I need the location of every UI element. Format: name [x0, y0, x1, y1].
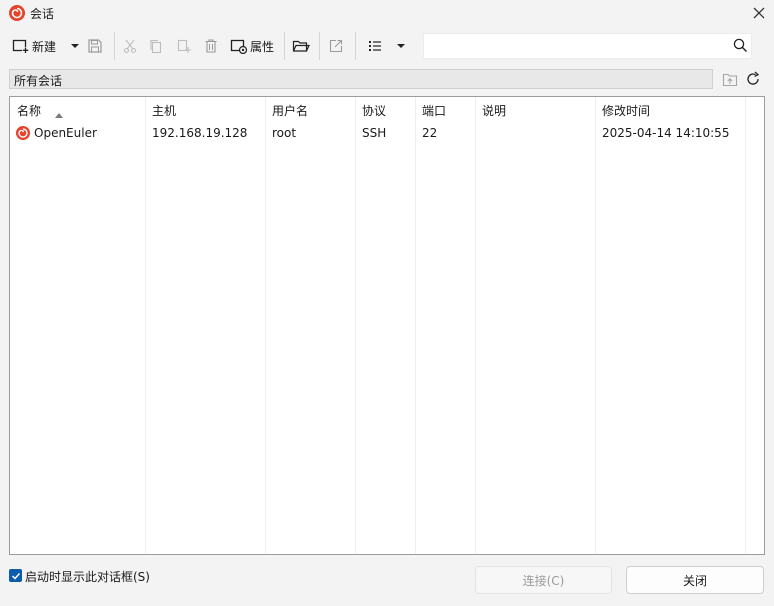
new-session-label: 新建 — [32, 39, 57, 54]
toolbar-separator — [284, 32, 285, 60]
new-session-icon — [12, 39, 29, 54]
column-divider — [595, 97, 596, 554]
toolbar-separator — [355, 32, 356, 60]
save-button[interactable] — [87, 34, 103, 58]
up-folder-button[interactable] — [722, 72, 738, 90]
window-title: 会话 — [30, 7, 55, 21]
cut-button[interactable] — [122, 34, 138, 58]
close-window-button[interactable] — [744, 0, 774, 26]
open-folder-button[interactable] — [292, 34, 310, 58]
cut-icon — [123, 39, 137, 54]
export-icon — [329, 39, 343, 53]
sort-ascending-icon — [54, 107, 64, 121]
close-button[interactable]: 关闭 — [626, 566, 764, 594]
new-session-dropdown[interactable] — [70, 34, 80, 58]
title-bar — [0, 0, 774, 26]
properties-icon — [230, 39, 247, 54]
export-button[interactable] — [328, 34, 344, 58]
refresh-icon — [747, 71, 760, 85]
search-icon[interactable] — [733, 38, 748, 56]
column-header-port[interactable]: 端口 — [422, 102, 446, 119]
session-port-cell: 22 — [422, 126, 438, 140]
column-header-name[interactable]: 名称 — [17, 102, 41, 119]
search-input[interactable] — [423, 33, 752, 59]
snail-logo-icon — [8, 4, 26, 22]
toolbar-separator — [114, 32, 115, 60]
paste-icon — [177, 39, 191, 53]
session-host-cell: 192.168.19.128 — [152, 126, 248, 140]
new-session-button[interactable]: 新建 — [12, 34, 56, 58]
save-icon — [88, 39, 102, 53]
copy-button[interactable] — [148, 34, 164, 58]
paste-button[interactable] — [176, 34, 192, 58]
dropdown-arrow-icon — [397, 44, 405, 48]
dropdown-arrow-icon — [71, 44, 79, 48]
column-divider — [265, 97, 266, 554]
session-icon — [15, 125, 31, 144]
column-header-username[interactable]: 用户名 — [272, 102, 308, 119]
column-header-description[interactable]: 说明 — [482, 102, 506, 119]
column-divider — [355, 97, 356, 554]
refresh-button[interactable] — [745, 71, 761, 90]
toolbar-separator — [319, 32, 320, 60]
folder-up-icon — [722, 73, 738, 87]
delete-button[interactable] — [203, 34, 219, 58]
connect-button[interactable]: 连接(C) — [475, 566, 612, 594]
session-username-cell: root — [272, 126, 297, 140]
column-divider — [475, 97, 476, 554]
view-mode-dropdown[interactable] — [396, 34, 406, 58]
checkmark-icon — [11, 572, 20, 580]
show-on-startup-label[interactable]: 启动时显示此对话框(S) — [25, 568, 150, 585]
column-divider — [415, 97, 416, 554]
copy-icon — [150, 39, 162, 54]
show-on-startup-checkbox[interactable] — [9, 569, 22, 582]
properties-button[interactable]: 属性 — [230, 34, 274, 58]
column-header-modified-time[interactable]: 修改时间 — [602, 102, 650, 119]
view-mode-button[interactable] — [367, 34, 383, 58]
column-divider — [145, 97, 146, 554]
close-icon — [753, 7, 765, 19]
column-divider — [745, 97, 746, 554]
session-folder-path-bar[interactable] — [9, 69, 713, 89]
session-modified-time-cell: 2025-04-14 14:10:55 — [602, 126, 730, 140]
properties-label: 属性 — [250, 39, 275, 54]
delete-icon — [205, 39, 217, 53]
open-folder-icon — [292, 40, 310, 52]
column-header-protocol[interactable]: 协议 — [362, 102, 386, 119]
session-protocol-cell: SSH — [362, 126, 387, 140]
list-view-icon — [369, 41, 381, 51]
session-name-cell[interactable]: OpenEuler — [34, 126, 97, 140]
column-header-host[interactable]: 主机 — [152, 102, 176, 119]
session-list[interactable]: 名称 主机 用户名 协议 端口 说明 修改时间 OpenEuler 192.16… — [9, 96, 765, 555]
session-folder-path: 所有会话 — [14, 74, 63, 88]
